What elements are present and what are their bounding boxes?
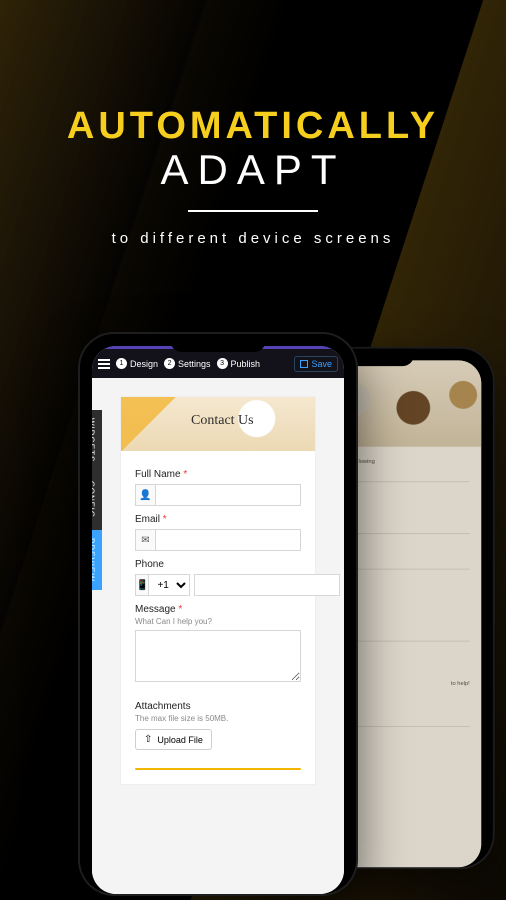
- tab-preview[interactable]: PREVIEW: [92, 530, 102, 590]
- user-icon: [135, 484, 155, 506]
- fullname-field: [135, 484, 301, 506]
- menu-icon[interactable]: [98, 359, 110, 369]
- upload-file-button[interactable]: ⇧ Upload File: [135, 729, 212, 750]
- notch: [170, 334, 266, 352]
- headline-divider: [188, 210, 318, 212]
- form-card: Contact Us Full Name * Email: [120, 396, 316, 785]
- email-field: [135, 529, 301, 551]
- step-publish[interactable]: 3 Publish: [217, 358, 261, 369]
- phone-input[interactable]: [194, 574, 340, 596]
- phone-code-select[interactable]: +1: [148, 574, 190, 596]
- headline-line2: ADAPT: [0, 146, 506, 194]
- hero-script: Contact Us: [191, 413, 254, 428]
- side-tabs: WIDGETS CONFIG PREVIEW: [92, 410, 102, 590]
- fullname-input[interactable]: [155, 484, 301, 506]
- headline-block: AUTOMATICALLY ADAPT to different device …: [0, 0, 506, 247]
- step-number: 1: [116, 358, 127, 369]
- message-label-text: Message: [135, 604, 176, 615]
- step-label: Publish: [231, 359, 261, 369]
- upload-icon: ⇧: [144, 734, 152, 745]
- accent-divider: [135, 768, 301, 770]
- editor-canvas: WIDGETS CONFIG PREVIEW Contact Us Full N…: [92, 378, 344, 894]
- phone-front: 1 Design 2 Settings 3 Publish Save: [80, 334, 356, 894]
- phone-field: +1: [135, 574, 301, 596]
- tab-config[interactable]: CONFIG: [92, 470, 102, 530]
- phone-icon: [135, 574, 148, 596]
- headline-sub: to different device screens: [0, 230, 506, 247]
- step-design[interactable]: 1 Design: [116, 358, 158, 369]
- email-input[interactable]: [155, 529, 301, 551]
- save-button[interactable]: Save: [294, 356, 338, 372]
- fullname-label: Full Name *: [135, 469, 301, 480]
- phone-label: Phone: [135, 559, 301, 570]
- mail-icon: [135, 529, 155, 551]
- step-settings[interactable]: 2 Settings: [164, 358, 211, 369]
- email-label-text: Email: [135, 514, 160, 525]
- step-number: 2: [164, 358, 175, 369]
- attachments-label: Attachments: [135, 701, 301, 712]
- save-label: Save: [311, 359, 332, 369]
- required-mark: *: [183, 469, 187, 480]
- phone-front-screen: 1 Design 2 Settings 3 Publish Save: [92, 346, 344, 894]
- step-label: Settings: [178, 359, 211, 369]
- attachments-hint: The max file size is 50MB.: [135, 714, 301, 723]
- upload-label: Upload File: [157, 735, 203, 745]
- phones-row: at occasion. Please complete the followi…: [0, 334, 506, 900]
- step-label: Design: [130, 359, 158, 369]
- message-textarea[interactable]: [135, 630, 301, 682]
- email-label: Email *: [135, 514, 301, 525]
- contact-form: Full Name * Email *: [121, 451, 315, 784]
- required-mark: *: [178, 604, 182, 615]
- tab-widgets[interactable]: WIDGETS: [92, 410, 102, 470]
- message-label: Message *: [135, 604, 301, 615]
- save-icon: [300, 360, 308, 368]
- headline-line1: AUTOMATICALLY: [0, 105, 506, 148]
- message-placeholder-hint: What Can I help you?: [135, 617, 301, 626]
- step-number: 3: [217, 358, 228, 369]
- form-hero: Contact Us: [121, 397, 315, 451]
- fullname-label-text: Full Name: [135, 469, 181, 480]
- required-mark: *: [163, 514, 167, 525]
